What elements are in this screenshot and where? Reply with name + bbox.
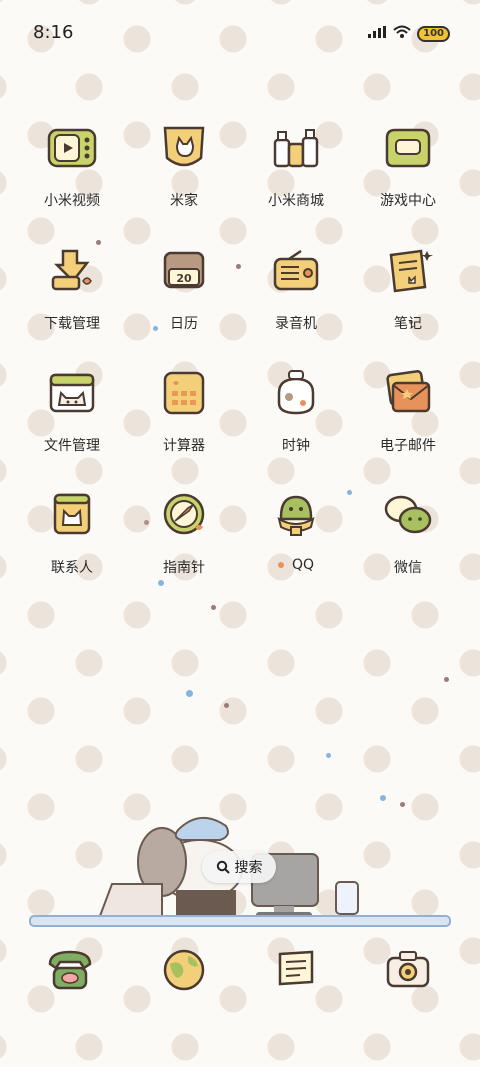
status-bar: 8:16 100	[0, 0, 480, 68]
app-label: 时钟	[282, 438, 310, 454]
app-compass[interactable]: 指南针	[128, 487, 240, 597]
globe-icon[interactable]	[156, 942, 212, 998]
app-game-center[interactable]: 游戏中心	[352, 120, 464, 230]
app-label: 计算器	[163, 438, 205, 454]
app-label: 下载管理	[44, 316, 100, 332]
app-clock[interactable]: 时钟	[240, 365, 352, 475]
app-label: 笔记	[394, 316, 422, 332]
app-xiaomi-video[interactable]: 小米视频	[16, 120, 128, 230]
app-label: 米家	[170, 193, 198, 209]
app-notes[interactable]: 笔记	[352, 243, 464, 353]
app-contacts[interactable]: 联系人	[16, 487, 128, 597]
app-label: 游戏中心	[380, 193, 436, 209]
app-label-text: QQ	[291, 557, 315, 573]
tv-icon	[47, 128, 97, 168]
calendar-day: 20	[176, 272, 192, 285]
calendar-icon: 20	[163, 251, 205, 289]
app-label: QQ	[240, 557, 352, 573]
app-label: 微信	[394, 560, 422, 576]
laptop	[98, 883, 163, 917]
app-label: 录音机	[275, 316, 317, 332]
contact-card-icon	[53, 493, 91, 535]
app-file-manager[interactable]: 文件管理	[16, 365, 128, 475]
app-download-manager[interactable]: 下载管理	[16, 243, 128, 353]
status-time: 8:16	[33, 22, 74, 43]
status-icons: 100	[367, 24, 450, 43]
app-label: 日历	[170, 316, 198, 332]
battery-icon: 100	[417, 25, 450, 42]
app-label: 小米视频	[44, 193, 100, 209]
app-recorder[interactable]: 录音机	[240, 243, 352, 353]
desk	[29, 915, 451, 927]
search-label: 搜索	[234, 860, 263, 876]
bottles-icon	[273, 129, 319, 168]
paint-speck	[211, 605, 216, 610]
cat-shield-icon	[163, 126, 205, 167]
folder-cat-icon	[49, 373, 95, 413]
compass-icon	[163, 493, 205, 535]
qq-penguin-icon	[277, 495, 315, 536]
notepad-icon	[389, 249, 433, 293]
paint-speck	[326, 753, 331, 758]
wifi-icon	[393, 24, 411, 43]
app-qq[interactable]: QQ	[240, 487, 352, 597]
calculator-icon	[163, 371, 205, 415]
clock-bag-icon	[277, 370, 315, 415]
envelope-icon	[386, 370, 431, 413]
app-label: 小米商城	[268, 193, 324, 209]
paint-speck	[224, 703, 229, 708]
message-icon[interactable]	[268, 942, 324, 998]
app-label: 电子邮件	[380, 438, 436, 454]
signal-icon	[367, 24, 387, 43]
app-calculator[interactable]: 计算器	[128, 365, 240, 475]
paint-speck	[444, 677, 449, 682]
app-wechat[interactable]: 微信	[352, 487, 464, 597]
new-install-dot	[277, 562, 284, 568]
dock	[0, 938, 480, 998]
radio-icon	[273, 249, 319, 291]
camera-icon[interactable]	[380, 942, 436, 998]
app-email[interactable]: 电子邮件	[352, 365, 464, 475]
app-xiaomi-mall[interactable]: 小米商城	[240, 120, 352, 230]
app-label: 文件管理	[44, 438, 100, 454]
app-label: 指南针	[163, 560, 205, 576]
cup	[335, 881, 359, 915]
download-box-icon	[51, 249, 92, 291]
wechat-bubbles-icon	[384, 495, 432, 534]
search-button[interactable]: 搜索	[202, 851, 276, 883]
paint-speck	[186, 690, 193, 697]
gamepad-icon	[385, 128, 431, 168]
phone-icon[interactable]	[42, 942, 98, 998]
app-mijia[interactable]: 米家	[128, 120, 240, 230]
search-icon	[216, 860, 230, 874]
app-calendar[interactable]: 20 日历	[128, 243, 240, 353]
battery-level: 100	[423, 27, 444, 39]
app-label: 联系人	[51, 560, 93, 576]
